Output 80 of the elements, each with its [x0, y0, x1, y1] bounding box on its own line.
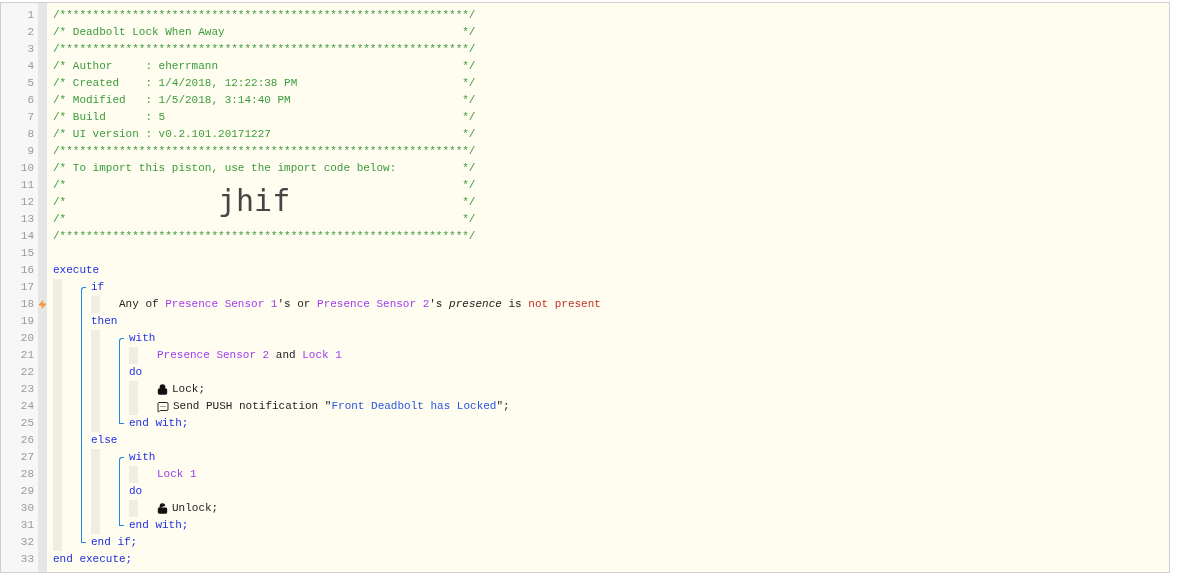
line-number: 30	[19, 501, 35, 516]
comment-line: /**************************************************************/	[53, 144, 476, 159]
line-number: 2	[26, 25, 35, 40]
line-number: 20	[19, 331, 35, 346]
line-number: 22	[19, 365, 35, 380]
code-line: end with;	[129, 518, 189, 533]
line-number: 5	[26, 76, 35, 91]
line-number: 16	[19, 263, 35, 278]
comment-line: /**************************************************************/	[53, 8, 476, 23]
code-line: Unlock;	[172, 501, 219, 516]
comment-end: */	[462, 110, 476, 125]
line-number: 6	[26, 93, 35, 108]
line-number: 15	[19, 246, 35, 261]
code-line: do	[129, 484, 143, 499]
comment-end: */	[462, 76, 476, 91]
line-number: 25	[19, 416, 35, 431]
line-number: 14	[19, 229, 35, 244]
comment-line: /* Created : 1/4/2018, 12:22:38 PM	[53, 76, 298, 91]
code-line: end execute;	[53, 552, 133, 567]
code-line: do	[129, 365, 143, 380]
line-number: 32	[19, 535, 35, 550]
code-line: end if;	[91, 535, 138, 550]
line-number: 10	[19, 161, 35, 176]
comment-end: */	[462, 93, 476, 108]
code-line: end with;	[129, 416, 189, 431]
comment-end: */	[462, 25, 476, 40]
unlock-icon	[157, 503, 168, 514]
line-number: 7	[26, 110, 35, 125]
line-number: 26	[19, 433, 35, 448]
code-line: then	[91, 314, 118, 329]
code-line: Any of Presence Sensor 1's or Presence Sensor 2's presence is not present	[119, 297, 601, 312]
bracket-line	[119, 457, 124, 526]
code-line: Send PUSH notification "Front Deadbolt has Locked";	[173, 399, 510, 414]
code-line: if	[91, 280, 105, 295]
line-number: 13	[19, 212, 35, 227]
comment-end: */	[462, 195, 476, 210]
comment-line: /* Author : eherrmann	[53, 59, 219, 74]
line-number: 21	[19, 348, 35, 363]
comment-line: /**************************************************************/	[53, 42, 476, 57]
code-line: Presence Sensor 2 and Lock 1	[157, 348, 342, 363]
line-number: 24	[19, 399, 35, 414]
comment-end: */	[462, 178, 476, 193]
comment-line: /**************************************************************/	[53, 229, 476, 244]
line-number: 11	[19, 178, 35, 193]
line-number: 31	[19, 518, 35, 533]
comment-end: */	[462, 59, 476, 74]
comment-line: /* Build : 5	[53, 110, 166, 125]
comment-end: */	[462, 212, 476, 227]
lock-icon	[157, 384, 168, 395]
code-line: with	[129, 450, 156, 465]
import-code: jhif	[218, 182, 291, 220]
comment-start: /*	[53, 178, 67, 193]
code-line: Lock 1	[157, 467, 197, 482]
line-number: 12	[19, 195, 35, 210]
code-line: with	[129, 331, 156, 346]
line-number: 23	[19, 382, 35, 397]
line-number: 27	[19, 450, 35, 465]
line-number: 8	[26, 127, 35, 142]
code-line: Lock;	[172, 382, 205, 397]
comment-start: /*	[53, 195, 67, 210]
line-number: 33	[19, 552, 35, 567]
comment-line: /* Deadbolt Lock When Away	[53, 25, 225, 40]
line-number: 9	[26, 144, 35, 159]
chat-icon	[157, 400, 169, 413]
comment-line: /* To import this piston, use the import code below:	[53, 161, 397, 176]
line-number: 28	[19, 467, 35, 482]
code-line: else	[91, 433, 118, 448]
line-number: 18	[19, 297, 35, 312]
line-number: 19	[19, 314, 35, 329]
comment-start: /*	[53, 212, 67, 227]
comment-end: */	[462, 127, 476, 142]
line-number: 1	[26, 8, 35, 23]
comment-end: */	[462, 161, 476, 176]
line-number: 4	[26, 59, 35, 74]
line-number: 29	[19, 484, 35, 499]
line-number: 3	[26, 42, 35, 57]
comment-line: /* UI version : v0.2.101.20171227	[53, 127, 271, 142]
line-number: 17	[19, 280, 35, 295]
code-line: execute	[53, 263, 100, 278]
comment-line: /* Modified : 1/5/2018, 3:14:40 PM	[53, 93, 291, 108]
